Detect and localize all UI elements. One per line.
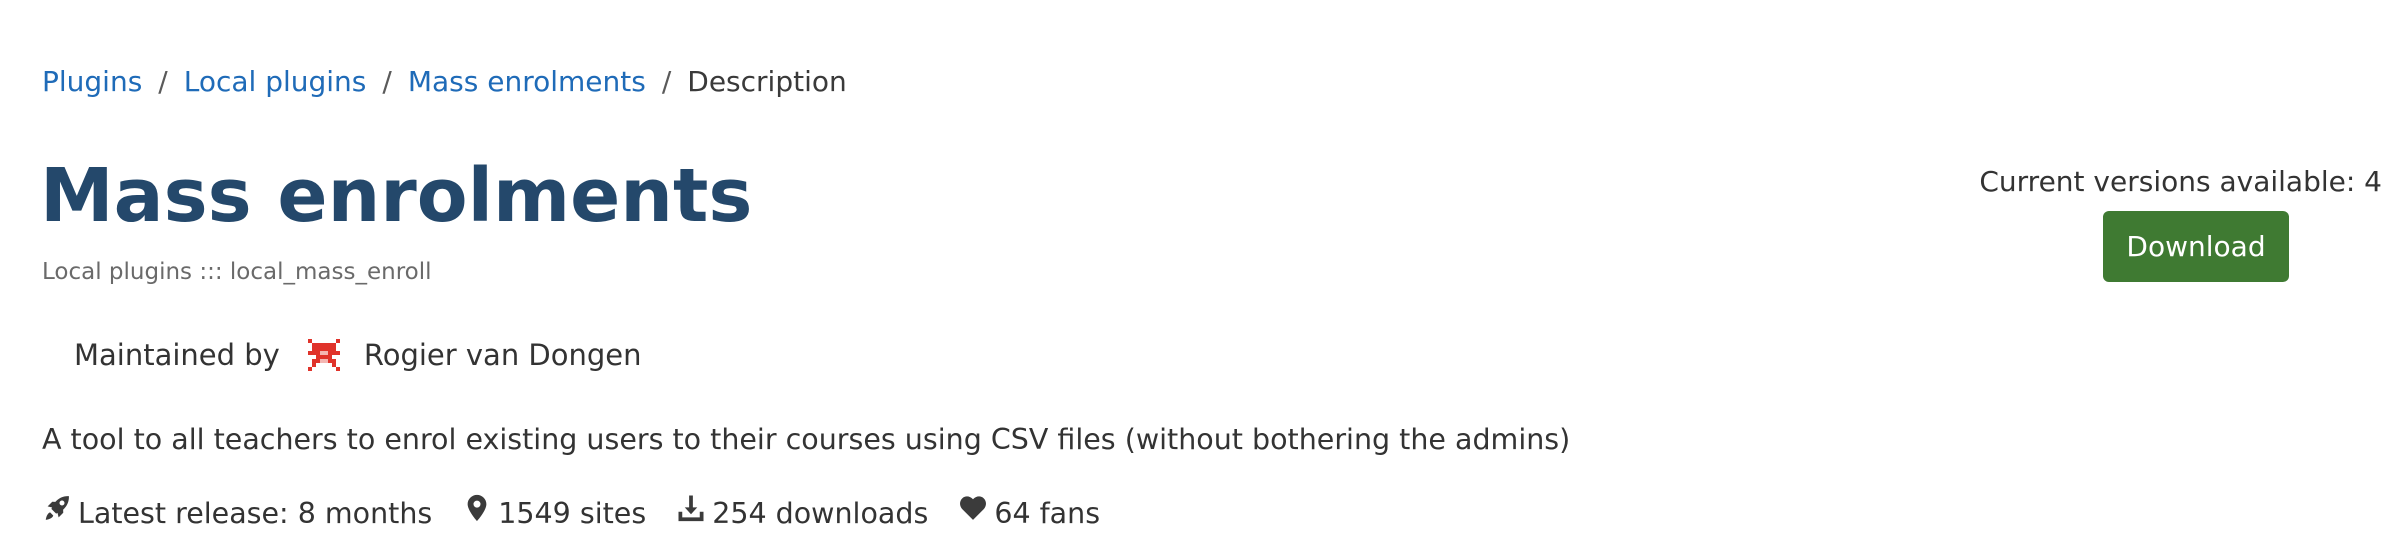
plugin-description: A tool to all teachers to enrol existing… [42,423,1571,456]
breadcrumb-link-mass-enrolments[interactable]: Mass enrolments [408,65,646,98]
plugin-subtitle: Local plugins ::: local_mass_enroll [42,259,432,285]
stat-sites-text: 1549 sites [498,497,647,530]
current-versions-label: Current versions available: 4 [1979,165,2382,198]
stat-sites: 1549 sites [462,493,646,535]
stat-downloads: 254 downloads [676,493,928,535]
stat-latest-release: Latest release: 8 months [42,493,432,535]
maintained-by-label: Maintained by [74,338,280,372]
download-button[interactable]: Download [2103,211,2289,282]
maintainer-name-link[interactable]: Rogier van Dongen [364,334,642,376]
breadcrumb-current: Description [687,65,847,98]
stat-latest-release-text: Latest release: 8 months [78,497,433,530]
breadcrumb-separator: / [158,65,168,98]
avatar[interactable] [304,335,344,375]
breadcrumb-separator: / [661,65,672,98]
breadcrumb-link-plugins[interactable]: Plugins [42,65,142,98]
stat-downloads-text: 254 downloads [712,497,929,530]
page-title: Mass enrolments [40,153,753,239]
breadcrumb: Plugins / Local plugins / Mass enrolments / De… [42,62,847,102]
breadcrumb-link-local-plugins[interactable]: Local plugins [184,65,367,98]
breadcrumb-separator: / [382,65,392,98]
heart-icon [958,493,994,535]
stat-fans: 64 fans [958,493,1100,535]
maintainer-row: Maintained by Rogier van Dongen [74,334,642,376]
download-icon [676,493,712,535]
stat-fans-text: 64 fans [994,497,1101,530]
plugin-stats: Latest release: 8 months 1549 sites 254 … [42,493,1130,535]
map-marker-icon [462,493,498,535]
rocket-icon [42,493,78,535]
